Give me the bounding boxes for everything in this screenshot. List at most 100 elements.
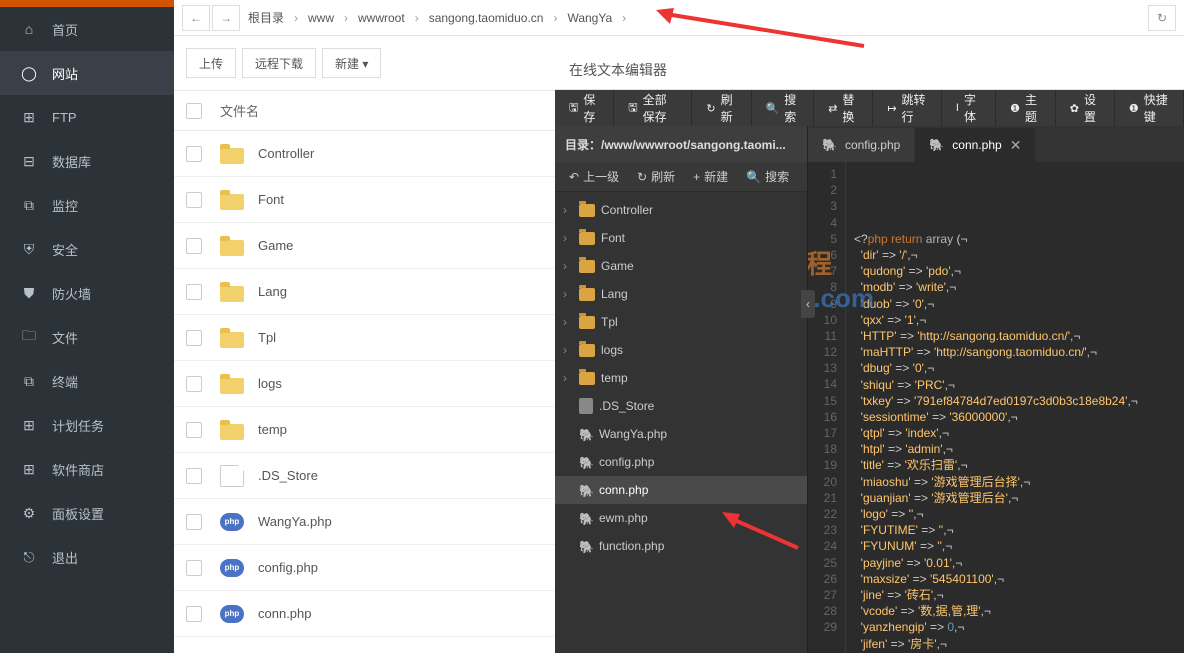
- sidebar-item-11[interactable]: ⚙面板设置: [0, 491, 174, 535]
- editor-tab[interactable]: 🐘conn.php✕: [915, 128, 1035, 162]
- breadcrumb-separator: ›: [411, 11, 423, 25]
- sidebar-item-2[interactable]: ⊞FTP: [0, 95, 174, 139]
- php-icon: 🐘: [579, 540, 593, 552]
- editor-btn-替换[interactable]: ⇄替换: [814, 90, 873, 126]
- caret-icon: ›: [563, 231, 573, 245]
- sidebar-item-5[interactable]: ⛨安全: [0, 227, 174, 271]
- toolbar-icon: ❶: [1129, 102, 1139, 115]
- collapse-handle[interactable]: ‹: [801, 290, 815, 318]
- tree-refresh-button[interactable]: ↻刷新: [629, 164, 683, 190]
- sidebar-item-12[interactable]: ⎋退出: [0, 535, 174, 579]
- sidebar-item-1[interactable]: ◯网站: [0, 51, 174, 95]
- editor-btn-主题[interactable]: ❶主题: [996, 90, 1056, 126]
- tree-list[interactable]: ›Controller›Font›Game›Lang›Tpl›logs›temp…: [555, 192, 807, 653]
- new-button[interactable]: 新建 ▾: [322, 48, 381, 78]
- toolbar-icon: ↦: [887, 102, 896, 115]
- editor-btn-字体[interactable]: I字体: [942, 90, 996, 126]
- back-button[interactable]: ←: [182, 5, 210, 31]
- tree-item[interactable]: 🐘config.php: [555, 448, 807, 476]
- tree-item[interactable]: ›Controller: [555, 196, 807, 224]
- folder-icon: [220, 420, 244, 440]
- sidebar-item-6[interactable]: ⛊防火墙: [0, 271, 174, 315]
- folder-icon: [220, 144, 244, 164]
- tree-item-name: Lang: [601, 287, 628, 301]
- breadcrumb-segment[interactable]: www: [302, 11, 340, 25]
- sidebar-icon: ⌂: [18, 21, 40, 37]
- row-checkbox[interactable]: [186, 606, 202, 622]
- tree-item[interactable]: ›Tpl: [555, 308, 807, 336]
- tree-search-button[interactable]: 🔍搜索: [738, 164, 797, 190]
- sidebar-icon: ⊟: [18, 153, 40, 170]
- tree-item[interactable]: ›Lang: [555, 280, 807, 308]
- tree-item-name: temp: [601, 371, 628, 385]
- sidebar-item-9[interactable]: ⊞计划任务: [0, 403, 174, 447]
- row-checkbox[interactable]: [186, 238, 202, 254]
- select-all-checkbox[interactable]: [186, 103, 202, 119]
- editor-btn-设置[interactable]: ✿设置: [1056, 90, 1115, 126]
- tree-item-name: logs: [601, 343, 623, 357]
- sidebar-item-7[interactable]: 🗀文件: [0, 315, 174, 359]
- row-checkbox[interactable]: [186, 146, 202, 162]
- row-checkbox[interactable]: [186, 514, 202, 530]
- code-area[interactable]: 1234567891011121314151617181920212223242…: [808, 162, 1184, 653]
- editor-tab[interactable]: 🐘config.php: [808, 128, 914, 162]
- tree-path: 目录：/www/wwwroot/sangong.taomi...: [555, 126, 807, 162]
- breadcrumb-segment[interactable]: wwwroot: [352, 11, 411, 25]
- row-checkbox[interactable]: [186, 560, 202, 576]
- breadcrumb-segment[interactable]: sangong.taomiduo.cn: [423, 11, 550, 25]
- tree-up-button[interactable]: ↶上一级: [561, 164, 627, 190]
- path-refresh-button[interactable]: ↻: [1148, 5, 1176, 31]
- code-content[interactable]: 老吴搭建教程 weixiaolive.com <?php return arra…: [846, 162, 1184, 653]
- sidebar-item-0[interactable]: ⌂首页: [0, 7, 174, 51]
- row-checkbox[interactable]: [186, 192, 202, 208]
- editor-btn-快捷键[interactable]: ❶快捷键: [1115, 90, 1184, 126]
- folder-icon: [579, 372, 595, 385]
- sidebar-icon: ⊞: [18, 461, 40, 478]
- upload-button[interactable]: 上传: [186, 48, 236, 78]
- editor-btn-跳转行[interactable]: ↦ 跳转行: [873, 90, 942, 126]
- row-checkbox[interactable]: [186, 468, 202, 484]
- remote-download-button[interactable]: 远程下载: [242, 48, 316, 78]
- close-icon[interactable]: ✕: [1010, 137, 1022, 154]
- breadcrumb-segment[interactable]: WangYa: [561, 11, 618, 25]
- tree-item[interactable]: ›logs: [555, 336, 807, 364]
- editor-btn-搜索[interactable]: 🔍搜索: [752, 90, 815, 126]
- tree-item[interactable]: ›Game: [555, 252, 807, 280]
- row-checkbox[interactable]: [186, 422, 202, 438]
- row-checkbox[interactable]: [186, 376, 202, 392]
- tree-tools: ↶上一级 ↻刷新 +新建 🔍搜索: [555, 162, 807, 192]
- forward-button[interactable]: →: [212, 5, 240, 31]
- row-checkbox[interactable]: [186, 330, 202, 346]
- editor-btn-全部保存[interactable]: 🖫全部保存: [614, 90, 692, 126]
- tree-item[interactable]: 🐘conn.php: [555, 476, 807, 504]
- tree-item[interactable]: 🐘WangYa.php: [555, 420, 807, 448]
- tree-new-button[interactable]: +新建: [685, 164, 736, 190]
- sidebar-item-4[interactable]: ⧉监控: [0, 183, 174, 227]
- sidebar-item-3[interactable]: ⊟ 数据库: [0, 139, 174, 183]
- sidebar-accent: [0, 0, 174, 7]
- toolbar-label: 跳转行: [902, 91, 927, 125]
- sidebar-label: 安全: [52, 240, 78, 259]
- toolbar-icon: 🔍: [766, 102, 780, 115]
- tab-name: conn.php: [952, 138, 1001, 152]
- tree-item[interactable]: › temp: [555, 364, 807, 392]
- sidebar-item-10[interactable]: ⊞软件商店: [0, 447, 174, 491]
- toolbar-icon: ❶: [1010, 102, 1020, 115]
- tree-item[interactable]: 🐘function.php: [555, 532, 807, 560]
- toolbar-icon: I: [956, 102, 959, 114]
- toolbar-icon: ↻: [706, 102, 715, 115]
- sidebar-item-8[interactable]: ⧉终端: [0, 359, 174, 403]
- tree-item[interactable]: ›Font: [555, 224, 807, 252]
- caret-icon: ›: [563, 371, 573, 385]
- tree-item[interactable]: 🐘ewm.php: [555, 504, 807, 532]
- column-name[interactable]: 文件名: [220, 101, 259, 120]
- sidebar-icon: ⊞: [18, 109, 40, 126]
- caret-icon: ›: [563, 315, 573, 329]
- breadcrumb-segment[interactable]: 根目录: [242, 9, 290, 26]
- tree-item[interactable]: .DS_Store: [555, 392, 807, 420]
- editor-btn-保存[interactable]: 🖫保存: [555, 90, 614, 126]
- editor-btn-刷新[interactable]: ↻刷新: [692, 90, 751, 126]
- sidebar-icon: ⊞: [18, 417, 40, 434]
- sidebar-label: 数据库: [52, 152, 91, 171]
- row-checkbox[interactable]: [186, 284, 202, 300]
